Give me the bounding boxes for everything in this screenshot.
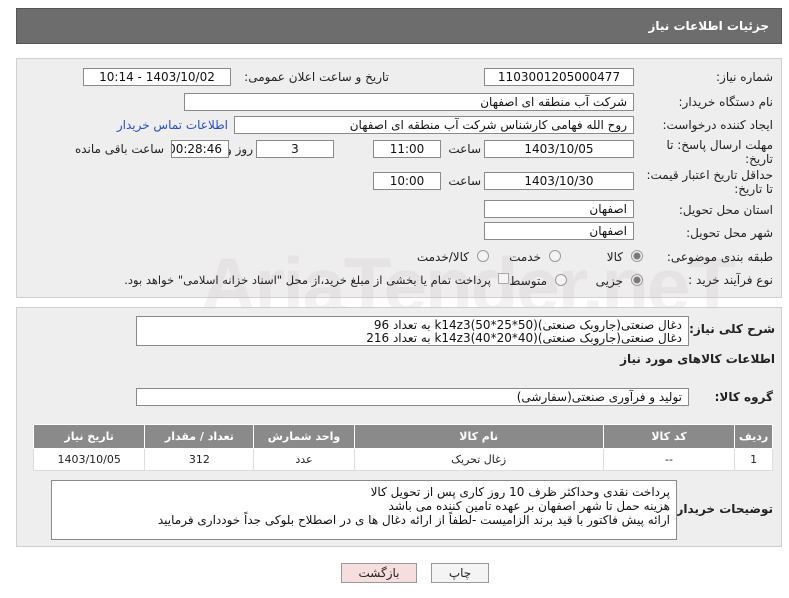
treasury-checkbox[interactable] [498,273,509,284]
goods-section-title: اطلاعات کالاهای مورد نیاز [620,352,775,366]
category-service-label: خدمت [509,250,541,264]
validity-label: حداقل تاریخ اعتبار قیمت: تا تاریخ: [646,168,773,196]
need-number-label: شماره نیاز: [716,70,773,84]
province-field: اصفهان [484,200,634,218]
city-field: اصفهان [484,222,634,240]
process-medium-label: متوسط [509,274,547,288]
col-code: کد کالا [602,424,736,449]
col-date: تاریخ نیاز [32,424,146,449]
buyer-notes-line-1: پرداخت نقدی وحداکثر ظرف 10 روز کاری پس ا… [370,485,670,499]
cell-row: 1 [734,448,773,471]
buyer-org-field: شرکت آب منطقه ای اصفهان [184,93,634,111]
col-row: ردیف [734,424,773,449]
table-row[interactable]: 1 -- زغال تحریک عدد 312 1403/10/05 [32,448,773,471]
cell-date: 1403/10/05 [32,448,146,471]
days-label: روز و [226,142,253,156]
category-label: طبقه بندی موضوعی: [666,250,773,264]
validity-time-field: 10:00 [373,172,441,190]
col-qty: تعداد / مقدار [144,424,255,449]
buyer-notes-field: پرداخت نقدی وحداکثر ظرف 10 روز کاری پس ا… [51,480,677,540]
buyer-notes-line-2: هزینه حمل تا شهر اصفهان بر عهده تامین کن… [388,499,670,513]
buyer-notes-label: توضیحات خریدار: [671,502,773,516]
deadline-date-field: 1403/10/05 [484,140,634,158]
city-label: شهر محل تحویل: [686,226,773,240]
category-goods-label: کالا [606,250,623,264]
goods-table: ردیف کد کالا نام کالا واحد شمارش تعداد /… [32,424,773,471]
need-number-field: 1103001205000477 [484,68,634,86]
deadline-time-label: ساعت [448,142,481,156]
buyer-contact-link[interactable]: اطلاعات تماس خریدار [117,118,228,132]
buyer-org-label: نام دستگاه خریدار: [678,95,774,109]
days-field: 3 [256,140,334,158]
goods-group-field: تولید و فرآوری صنعتی(سفارشی) [136,388,689,406]
category-goods-radio[interactable] [631,250,643,262]
province-label: استان محل تحویل: [678,203,773,217]
process-minor-radio[interactable] [631,274,643,286]
page-title: جزئیات اطلاعات نیاز [648,19,769,33]
back-button[interactable]: بازگشت [341,563,417,583]
buyer-notes-line-3: ارائه پیش فاکتور با قید برند الزامیست -ل… [157,513,670,527]
remaining-time-field: 00:28:46 [171,140,229,158]
description-label: شرح کلی نیاز: [689,322,775,336]
description-textarea[interactable]: دغال صنعتی(جاروبک صنعتی)(50*25*50)k14z3 … [136,316,689,346]
col-unit: واحد شمارش [253,424,355,449]
category-goods-service-label: کالا/خدمت [416,250,469,264]
goods-table-header: ردیف کد کالا نام کالا واحد شمارش تعداد /… [32,424,773,449]
print-button[interactable]: چاپ [431,563,489,583]
announce-label: تاریخ و ساعت اعلان عمومی: [244,70,389,84]
requester-label: ایجاد کننده درخواست: [662,118,773,132]
process-minor-label: جزیی [595,274,623,288]
col-name: نام کالا [353,424,604,449]
validity-date-field: 1403/10/30 [484,172,634,190]
remaining-label: ساعت باقی مانده [74,142,164,156]
cell-unit: عدد [253,448,355,471]
page-header: جزئیات اطلاعات نیاز [16,8,782,44]
process-label: نوع فرآیند خرید : [688,273,773,287]
announce-field: 1403/10/02 - 10:14 [83,68,231,86]
category-service-radio[interactable] [549,250,561,262]
deadline-label: مهلت ارسال پاسخ: تا تاریخ: [666,138,773,166]
category-goods-service-radio[interactable] [477,250,489,262]
goods-group-label: گروه کالا: [714,390,773,404]
description-line-2: دغال صنعتی(جاروبک صنعتی)(40*20*40)k14z3 … [366,331,682,345]
cell-name: زغال تحریک [353,448,604,471]
cell-qty: 312 [144,448,255,471]
cell-code: -- [602,448,736,471]
deadline-time-field: 11:00 [373,140,441,158]
validity-time-label: ساعت [448,174,481,188]
process-medium-radio[interactable] [555,274,567,286]
requester-field: روح الله فهامی کارشناس شرکت آب منطقه ای … [234,116,634,134]
treasury-note: پرداخت تمام یا بخشی از مبلغ خرید،از محل … [124,273,491,287]
